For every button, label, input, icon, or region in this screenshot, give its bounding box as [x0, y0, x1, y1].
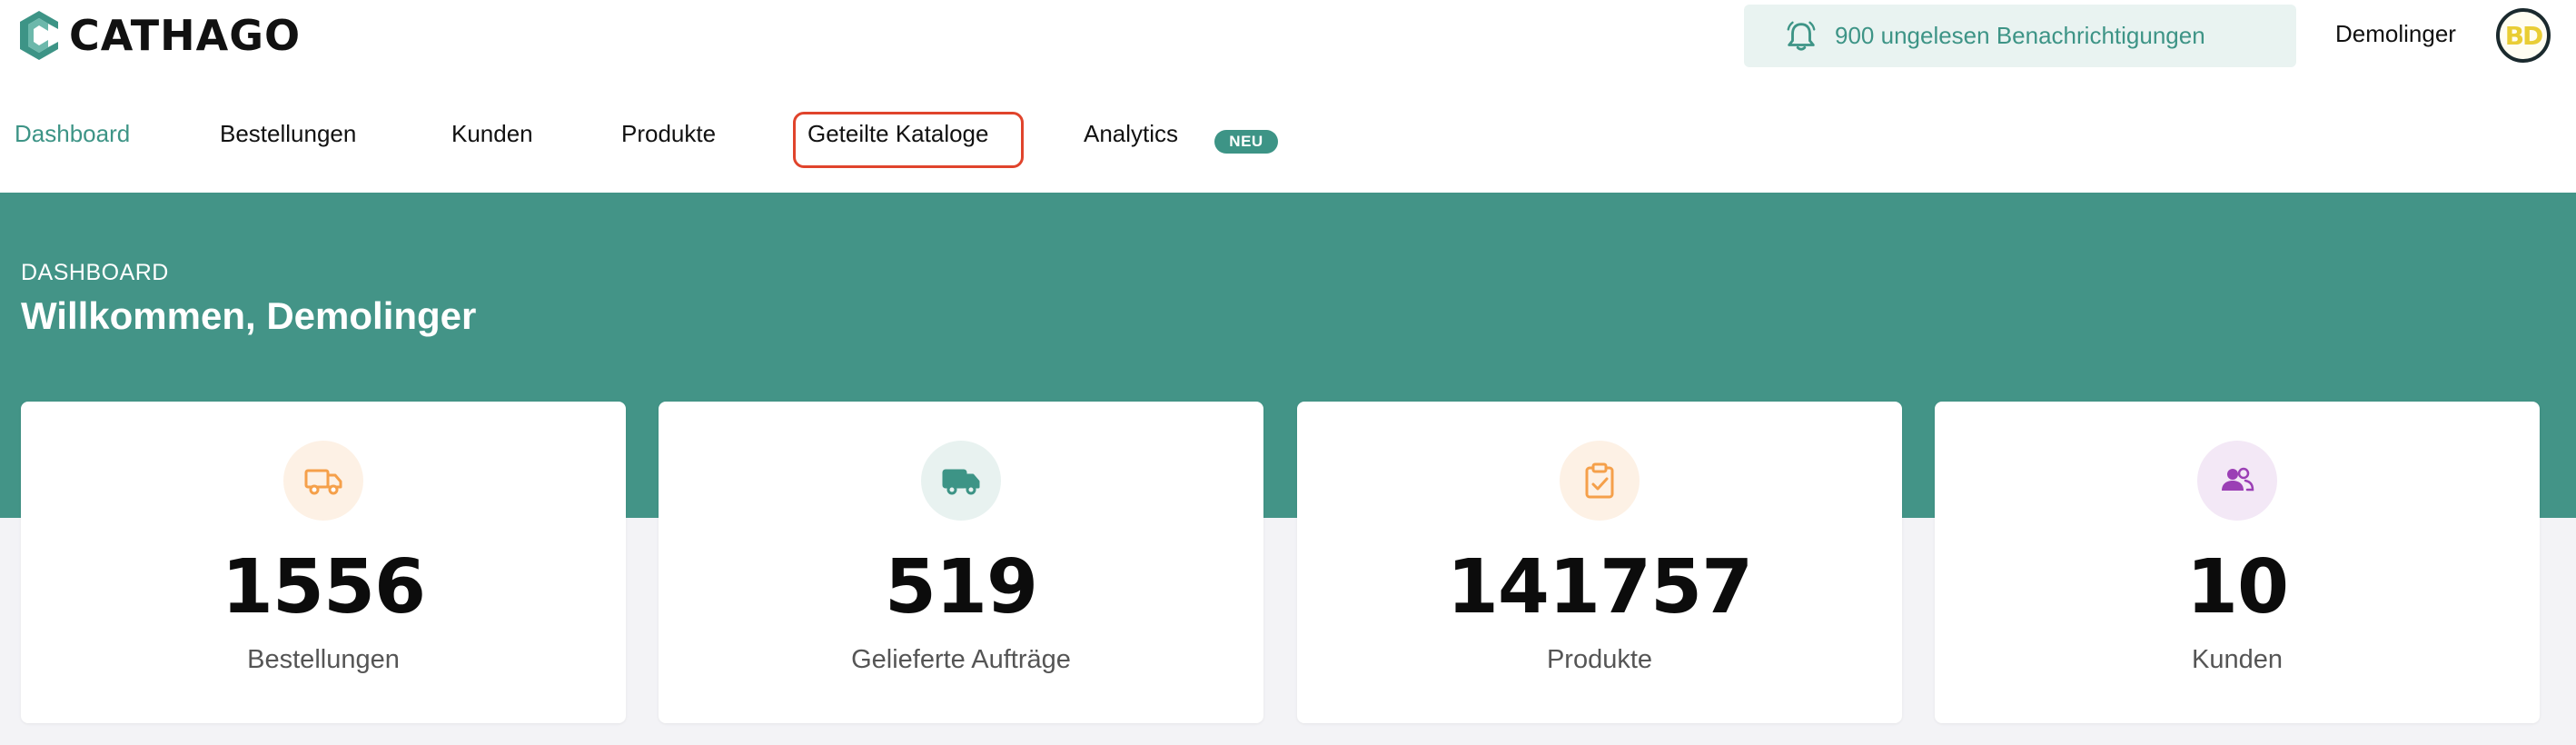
stat-icon-circle: [283, 441, 363, 521]
stat-icon-circle: [921, 441, 1001, 521]
notifications-button[interactable]: 900 ungelesen Benachrichtigungen: [1744, 5, 2296, 67]
avatar[interactable]: BD: [2496, 8, 2551, 63]
stat-card-produkte[interactable]: 141757 Produkte: [1297, 402, 1902, 723]
stat-value: 10: [2185, 544, 2289, 631]
stat-card-gelieferte-auftraege[interactable]: 519 Gelieferte Aufträge: [659, 402, 1263, 723]
stat-value: 141757: [1446, 544, 1753, 631]
cathago-logo-icon: [20, 11, 58, 60]
top-bar: CATHAGO 900 ungelesen Benachrichtigungen…: [0, 0, 2576, 73]
nav-item-analytics[interactable]: Analytics: [1084, 120, 1178, 148]
main-nav: Dashboard Bestellungen Kunden Produkte G…: [0, 73, 2576, 193]
stat-card-kunden[interactable]: 10 Kunden: [1935, 402, 2540, 723]
avatar-initials: BD: [2504, 20, 2544, 51]
stat-card-bestellungen[interactable]: 1556 Bestellungen: [21, 402, 626, 723]
truck-icon: [304, 469, 342, 495]
stat-icon-circle: [1560, 441, 1640, 521]
page-title: Willkommen, Demolinger: [21, 294, 477, 337]
stat-label: Bestellungen: [247, 645, 400, 674]
user-name[interactable]: Demolinger: [2335, 20, 2456, 48]
new-badge: NEU: [1214, 130, 1278, 154]
bell-icon: [1787, 21, 1816, 51]
stat-label: Kunden: [2192, 645, 2283, 674]
brand-name: CATHAGO: [69, 11, 302, 60]
stat-value: 519: [884, 544, 1038, 631]
nav-item-geteilte-kataloge[interactable]: Geteilte Kataloge: [807, 120, 988, 148]
stat-value: 1556: [221, 544, 426, 631]
users-icon: [2222, 467, 2254, 492]
notifications-label: 900 ungelesen Benachrichtigungen: [1835, 22, 2205, 49]
nav-item-kunden[interactable]: Kunden: [451, 120, 533, 148]
page-kicker: DASHBOARD: [21, 260, 169, 285]
nav-item-bestellungen[interactable]: Bestellungen: [220, 120, 356, 148]
stat-label: Produkte: [1546, 645, 1653, 674]
truck-icon: [942, 469, 980, 495]
stat-icon-circle: [2197, 441, 2277, 521]
nav-item-produkte[interactable]: Produkte: [621, 120, 716, 148]
stat-label: Gelieferte Aufträge: [851, 645, 1071, 674]
brand-logo[interactable]: CATHAGO: [18, 7, 301, 64]
nav-item-dashboard[interactable]: Dashboard: [15, 120, 130, 148]
clipboard-check-icon: [1585, 462, 1614, 499]
